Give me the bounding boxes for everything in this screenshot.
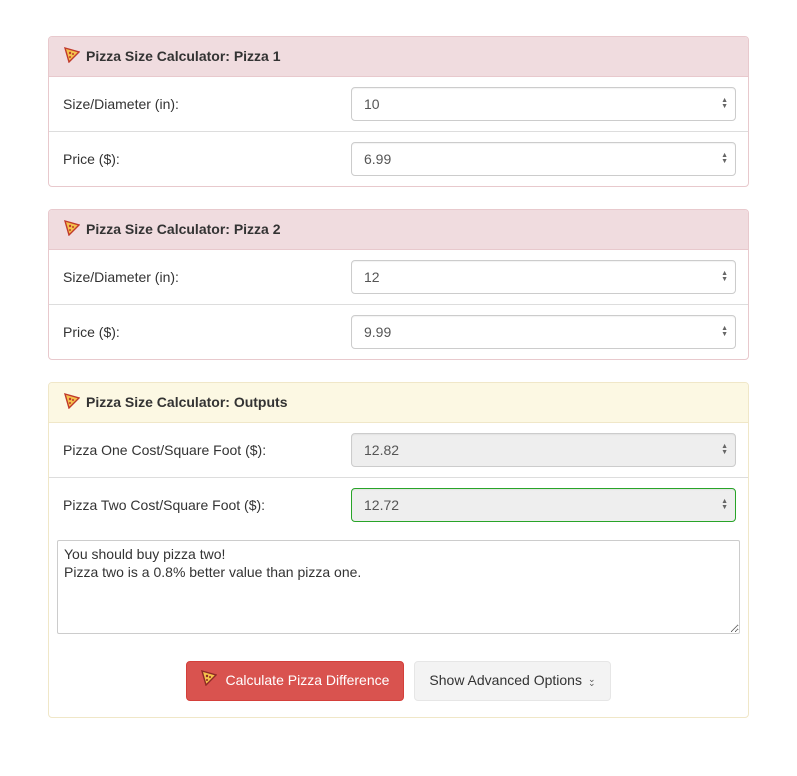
panel-pizza-2-heading: Pizza Size Calculator: Pizza 2 (49, 210, 748, 250)
chevron-down-double-icon: ⌄⌄ (588, 677, 596, 685)
panel-pizza-2: Pizza Size Calculator: Pizza 2 Size/Diam… (48, 209, 749, 360)
panel-pizza-1-title: Pizza Size Calculator: Pizza 1 (86, 48, 281, 64)
output-cost1-field (351, 433, 736, 467)
pizza-1-price-input[interactable] (351, 142, 736, 176)
pizza-2-size-row: Size/Diameter (in): ▲▼ (49, 250, 748, 304)
show-advanced-button[interactable]: Show Advanced Options ⌄⌄ (414, 661, 610, 701)
pizza-1-size-input[interactable] (351, 87, 736, 121)
pizza-1-price-row: Price ($): ▲▼ (49, 131, 748, 186)
pizza-2-price-row: Price ($): ▲▼ (49, 304, 748, 359)
output-cost1-label: Pizza One Cost/Square Foot ($): (61, 442, 351, 458)
pizza-1-size-label: Size/Diameter (in): (61, 96, 351, 112)
pizza-1-size-row: Size/Diameter (in): ▲▼ (49, 77, 748, 131)
output-message (57, 540, 740, 634)
pizza-1-price-label: Price ($): (61, 151, 351, 167)
pizza-icon (64, 393, 80, 412)
output-cost2-row: Pizza Two Cost/Square Foot ($): ▲▼ (49, 477, 748, 532)
panel-pizza-1: Pizza Size Calculator: Pizza 1 Size/Diam… (48, 36, 749, 187)
panel-outputs: Pizza Size Calculator: Outputs Pizza One… (48, 382, 749, 718)
pizza-2-size-input[interactable] (351, 260, 736, 294)
pizza-2-price-label: Price ($): (61, 324, 351, 340)
pizza-2-size-label: Size/Diameter (in): (61, 269, 351, 285)
calculate-button-label: Calculate Pizza Difference (225, 671, 389, 691)
output-cost2-field (351, 488, 736, 522)
panel-outputs-title: Pizza Size Calculator: Outputs (86, 394, 287, 410)
panel-outputs-heading: Pizza Size Calculator: Outputs (49, 383, 748, 423)
pizza-icon (64, 220, 80, 239)
panel-pizza-2-title: Pizza Size Calculator: Pizza 2 (86, 221, 281, 237)
output-cost1-row: Pizza One Cost/Square Foot ($): ▲▼ (49, 423, 748, 477)
pizza-2-price-input[interactable] (351, 315, 736, 349)
show-advanced-label: Show Advanced Options (429, 671, 582, 691)
output-cost2-label: Pizza Two Cost/Square Foot ($): (61, 497, 351, 513)
pizza-icon (64, 47, 80, 66)
calculate-button[interactable]: Calculate Pizza Difference (186, 661, 404, 701)
panel-pizza-1-heading: Pizza Size Calculator: Pizza 1 (49, 37, 748, 77)
pizza-icon (201, 670, 217, 692)
